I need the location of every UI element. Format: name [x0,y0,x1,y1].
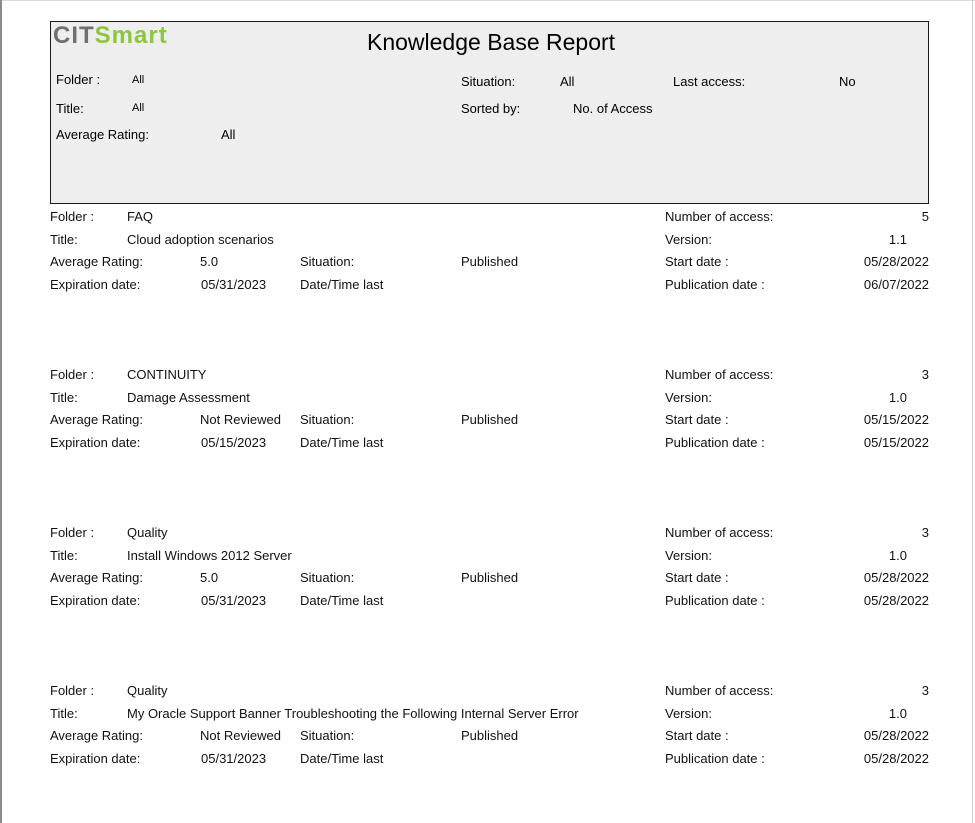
filter-folder-label: Folder : [56,72,101,87]
filter-situation-value: All [560,74,575,89]
record-publication-date-label: Publication date : [665,593,765,608]
record-publication-date-label: Publication date : [665,751,765,766]
record-start-date-value: 05/28/2022 [863,570,929,585]
report-title: Knowledge Base Report [367,29,616,55]
report-record: Folder : Quality Title: Install Windows … [0,525,975,615]
citsmart-logo: CITSmart [53,22,168,50]
record-version-value: 1.0 [888,548,907,563]
record-title-value: Cloud adoption scenarios [127,232,274,247]
record-datetime-last-label: Date/Time last [300,593,384,608]
record-number-access-value: 3 [921,525,929,540]
record-start-date-value: 05/15/2022 [863,412,929,427]
record-number-access-value: 5 [921,209,929,224]
record-version-value: 1.1 [888,232,907,247]
record-publication-date-label: Publication date : [665,435,765,450]
record-publication-date-label: Publication date : [665,277,765,292]
filter-avg-rating-label: Average Rating: [56,127,149,142]
record-publication-date-value: 05/15/2022 [863,435,929,450]
record-expiration-label: Expiration date: [50,435,141,450]
record-folder-label: Folder : [50,683,95,698]
record-avg-rating-label: Average Rating: [50,728,143,743]
record-publication-date-value: 05/28/2022 [863,593,929,608]
record-version-label: Version: [665,232,712,247]
record-folder-value: Quality [127,525,168,540]
report-record: Folder : FAQ Title: Cloud adoption scena… [0,209,975,299]
record-title-label: Title: [50,706,78,721]
filter-last-access-value: No [839,74,856,89]
record-start-date-value: 05/28/2022 [863,254,929,269]
filter-title-value: All [132,102,145,114]
record-title-value: My Oracle Support Banner Troubleshooting… [127,706,579,721]
report-record: Folder : Quality Title: My Oracle Suppor… [0,683,975,773]
record-version-label: Version: [665,548,712,563]
record-expiration-label: Expiration date: [50,751,141,766]
logo-text-cit: CIT [53,22,95,49]
filter-sorted-label: Sorted by: [461,101,521,116]
record-situation-value: Published [461,570,519,585]
record-avg-rating-label: Average Rating: [50,254,143,269]
record-avg-rating-label: Average Rating: [50,412,143,427]
record-situation-label: Situation: [300,728,355,743]
filter-folder-value: All [132,74,145,86]
record-datetime-last-label: Date/Time last [300,277,384,292]
record-situation-label: Situation: [300,254,355,269]
filter-sorted-value: No. of Access [573,101,653,116]
logo-text-smart: Smart [94,22,168,49]
record-number-access-label: Number of access: [665,525,774,540]
record-folder-value: Quality [127,683,168,698]
page-top-edge [0,0,975,1]
record-folder-label: Folder : [50,525,95,540]
record-situation-label: Situation: [300,412,355,427]
record-expiration-value: 05/31/2023 [201,751,267,766]
record-number-access-label: Number of access: [665,367,774,382]
record-expiration-value: 05/31/2023 [201,593,267,608]
report-header: CITSmart Knowledge Base Report Folder : … [50,21,929,204]
record-avg-rating-value: Not Reviewed [200,412,281,427]
record-avg-rating-value: Not Reviewed [200,728,281,743]
record-number-access-label: Number of access: [665,683,774,698]
record-expiration-label: Expiration date: [50,277,141,292]
record-title-label: Title: [50,390,78,405]
record-start-date-label: Start date : [665,728,729,743]
filter-last-access-label: Last access: [673,74,746,89]
record-version-label: Version: [665,706,712,721]
filter-situation-label: Situation: [461,74,516,89]
record-publication-date-value: 06/07/2022 [863,277,929,292]
record-start-date-label: Start date : [665,570,729,585]
record-number-access-value: 3 [921,367,929,382]
record-version-value: 1.0 [888,390,907,405]
record-avg-rating-label: Average Rating: [50,570,143,585]
record-expiration-value: 05/15/2023 [201,435,267,450]
record-start-date-label: Start date : [665,412,729,427]
record-title-label: Title: [50,232,78,247]
record-avg-rating-value: 5.0 [200,254,219,269]
record-situation-value: Published [461,254,519,269]
record-version-value: 1.0 [888,706,907,721]
record-expiration-value: 05/31/2023 [201,277,267,292]
record-situation-label: Situation: [300,570,355,585]
record-folder-label: Folder : [50,209,95,224]
filter-avg-rating-value: All [221,127,236,142]
record-folder-value: FAQ [127,209,154,224]
record-title-value: Damage Assessment [127,390,250,405]
record-number-access-value: 3 [921,683,929,698]
record-title-value: Install Windows 2012 Server [127,548,292,563]
record-publication-date-value: 05/28/2022 [863,751,929,766]
record-avg-rating-value: 5.0 [200,570,219,585]
report-record: Folder : CONTINUITY Title: Damage Assess… [0,367,975,457]
record-expiration-label: Expiration date: [50,593,141,608]
record-start-date-label: Start date : [665,254,729,269]
record-situation-value: Published [461,412,519,427]
record-number-access-label: Number of access: [665,209,774,224]
record-datetime-last-label: Date/Time last [300,751,384,766]
record-datetime-last-label: Date/Time last [300,435,384,450]
filter-title-label: Title: [56,101,84,116]
record-start-date-value: 05/28/2022 [863,728,929,743]
record-situation-value: Published [461,728,519,743]
record-title-label: Title: [50,548,78,563]
record-folder-label: Folder : [50,367,95,382]
record-folder-value: CONTINUITY [127,367,207,382]
record-version-label: Version: [665,390,712,405]
